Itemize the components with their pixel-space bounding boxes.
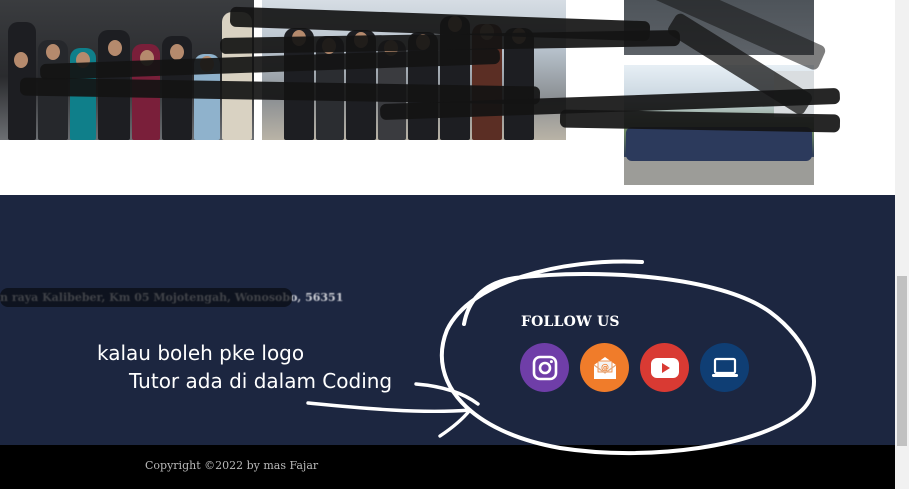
photo-gallery (0, 0, 895, 195)
instagram-icon (532, 355, 557, 380)
website-link[interactable] (700, 343, 749, 392)
email-link[interactable]: @ (580, 343, 629, 392)
page-scrollbar[interactable] (895, 0, 909, 489)
youtube-icon (650, 357, 679, 378)
youtube-link[interactable] (640, 343, 689, 392)
annotation-text-line-2: Tutor ada di dalam Coding (129, 369, 393, 393)
social-links: @ (520, 343, 749, 392)
instagram-link[interactable] (520, 343, 569, 392)
follow-us-heading: FOLLOW US (521, 314, 620, 330)
copyright-text: Copyright ©2022 by mas Fajar (145, 459, 319, 472)
address-redaction-mark (0, 288, 292, 307)
annotation-text-line-1: kalau boleh pke logo (97, 341, 305, 365)
email-icon: @ (593, 356, 616, 379)
copyright-bar: Copyright ©2022 by mas Fajar (0, 445, 895, 489)
laptop-icon (711, 357, 738, 377)
site-footer: n raya Kalibeber, Km 05 Mojotengah, Wono… (0, 195, 895, 445)
scrollbar-thumb[interactable] (897, 276, 907, 446)
